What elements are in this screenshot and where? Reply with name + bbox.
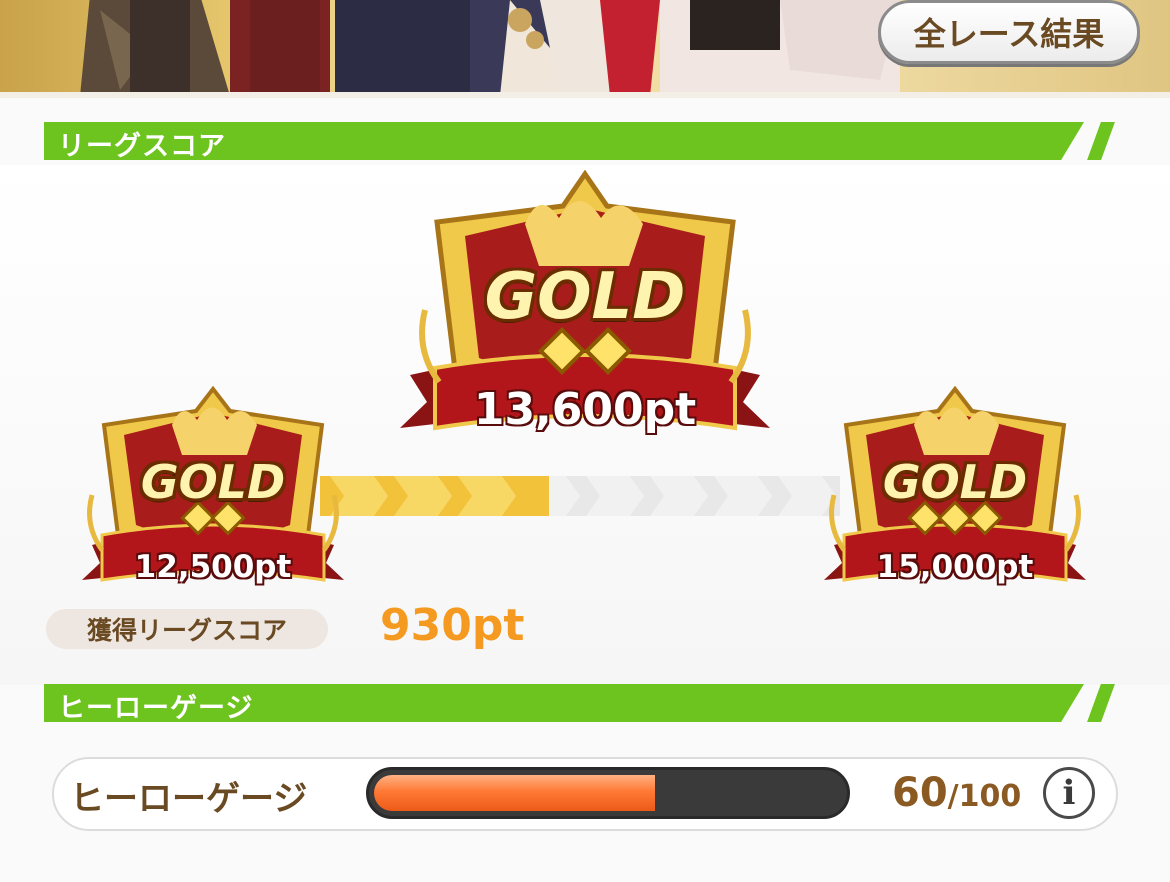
hero-gauge-max: /100 <box>947 779 1022 814</box>
hero-gauge-label: ヒーローゲージ <box>70 779 308 819</box>
previous-rank-badge: GOLD 12,500pt <box>72 385 354 595</box>
hero-gauge-current: 60 <box>892 770 948 816</box>
league-score-title: リーグスコア <box>58 131 226 162</box>
current-rank-tier: GOLD <box>484 260 686 334</box>
hero-gauge-title: ヒーローゲージ <box>58 693 254 724</box>
hero-gauge-header: ヒーローゲージ <box>44 684 1115 724</box>
next-rank-tier: GOLD <box>882 455 1028 509</box>
all-race-results-button[interactable]: 全レース結果 <box>878 0 1140 64</box>
current-rank-points: 13,600pt <box>473 384 697 435</box>
rank-progress-bar <box>320 470 840 522</box>
banner-divider <box>0 92 1170 98</box>
next-rank-points: 15,000pt <box>876 549 1034 585</box>
header-slash <box>1087 122 1115 160</box>
hero-gauge-value: 60/100 <box>892 770 1021 816</box>
info-icon[interactable]: i <box>1043 767 1095 819</box>
next-rank-badge: GOLD 15,000pt <box>814 385 1096 595</box>
hero-gauge-bar <box>366 767 850 819</box>
previous-rank-points: 12,500pt <box>134 549 292 585</box>
earned-score-value: 930pt <box>380 600 525 651</box>
current-rank-badge: GOLD 13,600pt <box>395 169 775 445</box>
previous-rank-tier: GOLD <box>140 455 286 509</box>
header-slash <box>1087 684 1115 722</box>
league-score-header: リーグスコア <box>44 122 1115 162</box>
hero-gauge-fill <box>374 775 655 811</box>
earned-score-label: 獲得リーグスコア <box>46 609 328 649</box>
